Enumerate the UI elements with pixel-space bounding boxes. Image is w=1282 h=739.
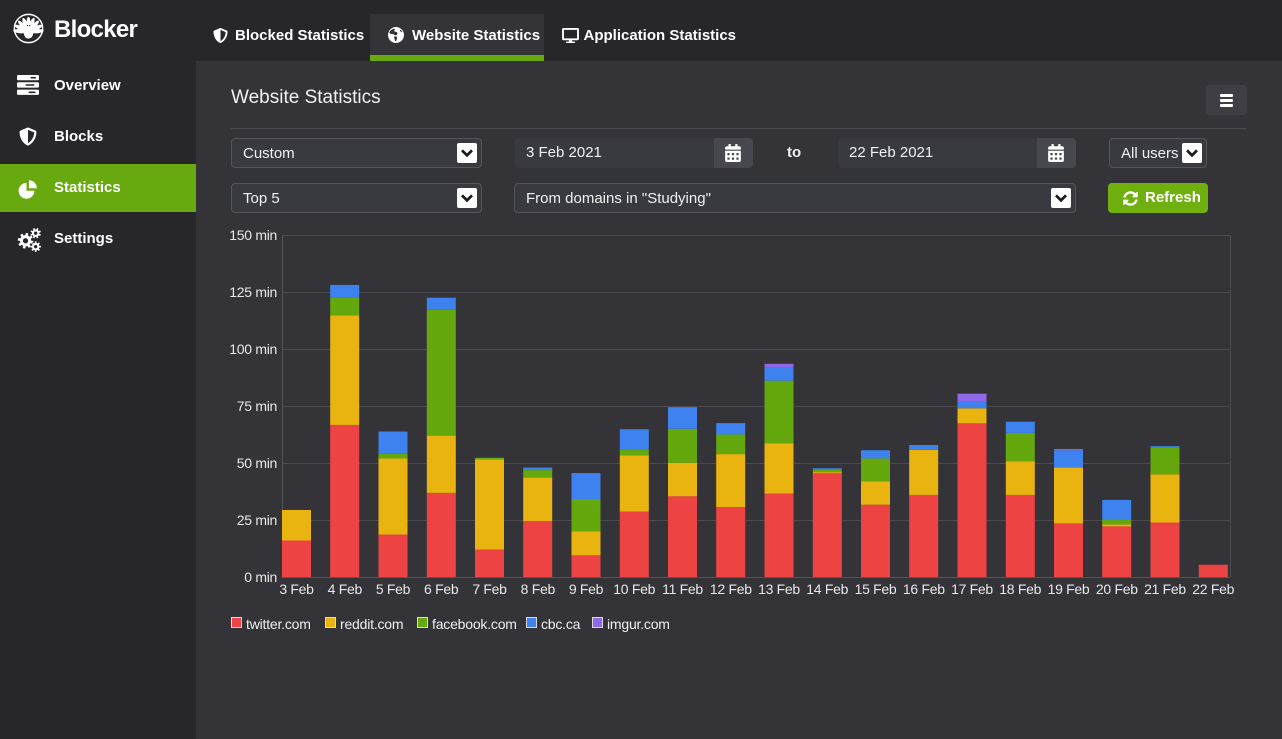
svg-text:8 Feb: 8 Feb [521, 581, 556, 597]
svg-text:100 min: 100 min [229, 341, 277, 357]
svg-text:6 Feb: 6 Feb [424, 581, 459, 597]
svg-text:17 Feb: 17 Feb [951, 581, 993, 597]
svg-text:4 Feb: 4 Feb [328, 581, 363, 597]
svg-text:12 Feb: 12 Feb [710, 581, 752, 597]
svg-text:13 Feb: 13 Feb [758, 581, 800, 597]
svg-text:9 Feb: 9 Feb [569, 581, 604, 597]
svg-text:15 Feb: 15 Feb [855, 581, 897, 597]
svg-text:25 min: 25 min [237, 512, 277, 528]
svg-text:50 min: 50 min [237, 455, 277, 471]
svg-text:7 Feb: 7 Feb [472, 581, 507, 597]
svg-text:22 Feb: 22 Feb [1192, 581, 1234, 597]
svg-text:5 Feb: 5 Feb [376, 581, 411, 597]
svg-text:20 Feb: 20 Feb [1096, 581, 1138, 597]
svg-text:0 min: 0 min [244, 569, 277, 585]
svg-text:150 min: 150 min [229, 227, 277, 243]
svg-text:18 Feb: 18 Feb [999, 581, 1041, 597]
svg-text:21 Feb: 21 Feb [1144, 581, 1186, 597]
svg-text:16 Feb: 16 Feb [903, 581, 945, 597]
svg-text:19 Feb: 19 Feb [1048, 581, 1090, 597]
svg-text:14 Feb: 14 Feb [806, 581, 848, 597]
svg-text:10 Feb: 10 Feb [613, 581, 655, 597]
svg-text:75 min: 75 min [237, 398, 277, 414]
svg-text:3 Feb: 3 Feb [279, 581, 314, 597]
svg-text:11 Feb: 11 Feb [662, 581, 703, 597]
svg-text:125 min: 125 min [229, 284, 277, 300]
